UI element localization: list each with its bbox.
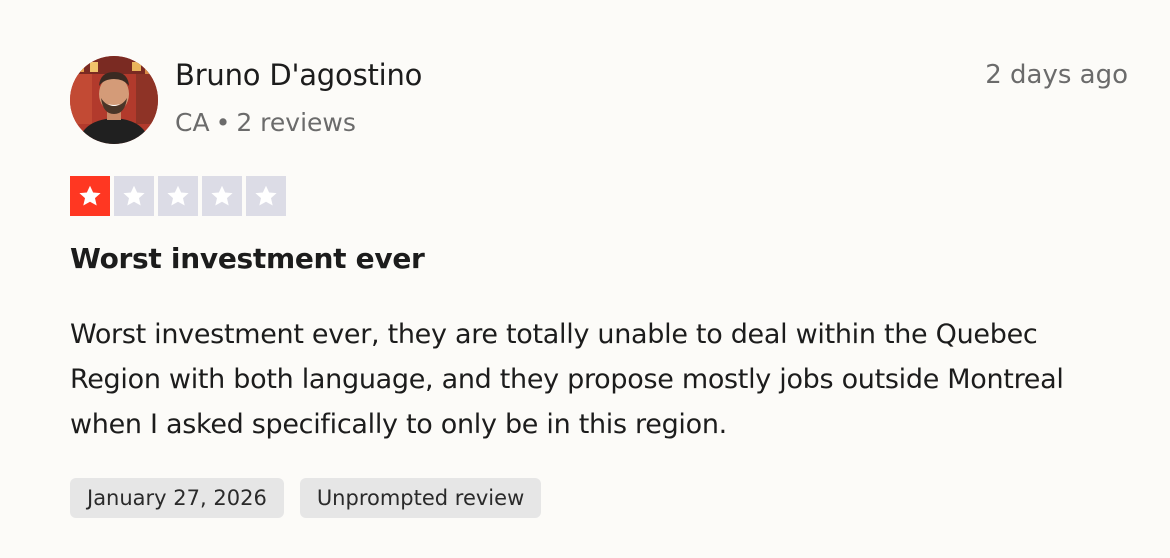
star-icon xyxy=(211,185,233,206)
star-icon xyxy=(255,185,277,206)
star-1 xyxy=(70,176,110,216)
star-icon xyxy=(167,185,189,206)
review-body: Worst investment ever, they are totally … xyxy=(70,319,1064,440)
star-2 xyxy=(114,176,154,216)
star-3 xyxy=(158,176,198,216)
avatar[interactable] xyxy=(70,56,158,144)
review-posted-time: 2 days ago xyxy=(985,60,1128,90)
star-rating xyxy=(70,176,286,216)
reviewer-country: CA xyxy=(175,108,210,137)
reviewer-review-count[interactable]: 2 reviews xyxy=(236,108,356,137)
star-5 xyxy=(246,176,286,216)
reviewer-meta: CA • 2 reviews xyxy=(175,108,356,137)
review-tags: January 27, 2026 Unprompted review xyxy=(70,478,542,518)
review-card: Bruno D'agostino CA • 2 reviews 2 days ago… xyxy=(0,0,1170,558)
avatar-photo xyxy=(70,56,158,144)
star-4 xyxy=(202,176,242,216)
review-title[interactable]: Worst investment ever xyxy=(70,242,425,275)
reviewer-name[interactable]: Bruno D'agostino xyxy=(175,58,422,92)
star-icon xyxy=(123,185,145,206)
meta-separator: • xyxy=(215,108,231,137)
date-of-experience-tag: January 27, 2026 xyxy=(70,478,284,518)
unprompted-review-tag[interactable]: Unprompted review xyxy=(299,478,542,518)
star-icon xyxy=(79,185,101,206)
